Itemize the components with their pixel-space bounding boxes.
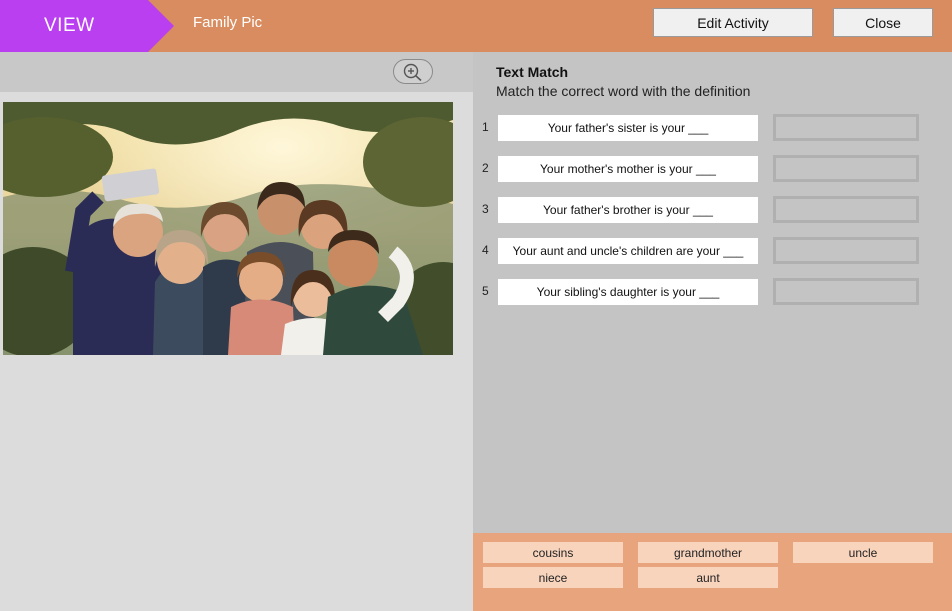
word-chip-aunt[interactable]: aunt: [638, 567, 778, 588]
top-bar: VIEW Family Pic Edit Activity Close: [0, 0, 952, 52]
question-number: 4: [482, 243, 489, 257]
answer-drop-zone[interactable]: [773, 155, 919, 182]
answer-drop-zone[interactable]: [773, 114, 919, 141]
photo-illustration: [3, 102, 453, 355]
question-number: 3: [482, 202, 489, 216]
word-chip-niece[interactable]: niece: [483, 567, 623, 588]
answer-drop-zone[interactable]: [773, 196, 919, 223]
activity-panel: Text Match Match the correct word with t…: [473, 52, 952, 533]
image-panel: [0, 52, 473, 611]
question-number: 5: [482, 284, 489, 298]
question-row: 1 Your father's sister is your ___: [473, 114, 952, 141]
view-mode-badge: VIEW: [0, 0, 174, 52]
word-chip-uncle[interactable]: uncle: [793, 542, 933, 563]
family-selfie-photo[interactable]: [3, 102, 453, 355]
question-row: 2 Your mother's mother is your ___: [473, 155, 952, 182]
activity-instructions: Match the correct word with the definiti…: [496, 83, 751, 99]
word-chip-grandmother[interactable]: grandmother: [638, 542, 778, 563]
question-row: 4 Your aunt and uncle's children are you…: [473, 237, 952, 264]
question-number: 2: [482, 161, 489, 175]
question-text: Your mother's mother is your ___: [498, 156, 758, 182]
word-bank: cousins grandmother uncle niece aunt: [473, 533, 952, 611]
zoom-in-button[interactable]: [393, 59, 433, 84]
question-text: Your father's sister is your ___: [498, 115, 758, 141]
question-text: Your father's brother is your ___: [498, 197, 758, 223]
activity-name: Family Pic: [193, 14, 263, 31]
zoom-in-icon: [403, 63, 422, 81]
answer-drop-zone[interactable]: [773, 237, 919, 264]
activity-title: Text Match: [496, 64, 569, 80]
view-mode-label: VIEW: [44, 15, 95, 36]
image-toolbar: [0, 52, 473, 92]
question-row: 5 Your sibling's daughter is your ___: [473, 278, 952, 305]
question-text: Your sibling's daughter is your ___: [498, 279, 758, 305]
question-text: Your aunt and uncle's children are your …: [498, 238, 758, 264]
answer-drop-zone[interactable]: [773, 278, 919, 305]
question-number: 1: [482, 120, 489, 134]
word-chip-cousins[interactable]: cousins: [483, 542, 623, 563]
close-button[interactable]: Close: [833, 8, 933, 37]
question-row: 3 Your father's brother is your ___: [473, 196, 952, 223]
edit-activity-button[interactable]: Edit Activity: [653, 8, 813, 37]
